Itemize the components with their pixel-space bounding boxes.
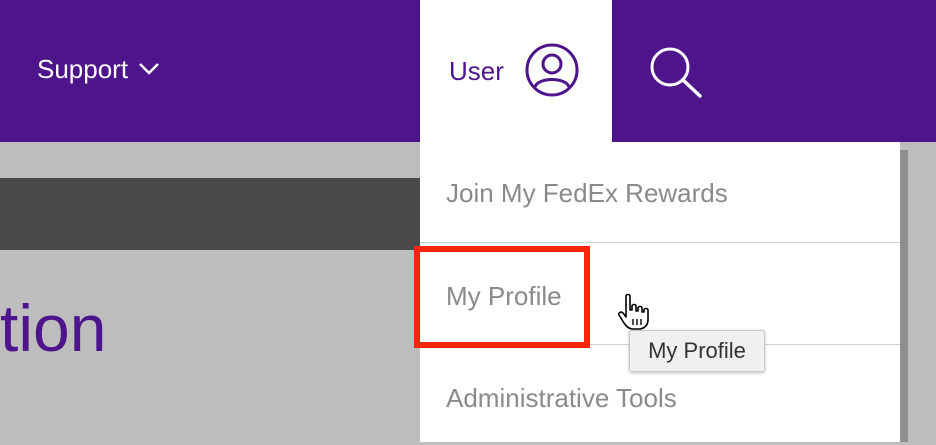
tooltip: My Profile [629, 330, 765, 372]
menu-item-join-rewards[interactable]: Join My FedEx Rewards [420, 142, 900, 242]
user-menu-tab[interactable]: User [420, 0, 612, 142]
chevron-down-icon [139, 63, 159, 75]
highlight-annotation-box [414, 246, 590, 348]
user-avatar-icon [525, 43, 579, 97]
hand-pointer-cursor-icon [618, 293, 649, 330]
page-banner [0, 178, 420, 250]
support-menu[interactable]: Support [37, 52, 160, 86]
page-heading: tion [0, 291, 107, 365]
support-label: Support [37, 53, 129, 84]
dropdown-scrollbar[interactable] [900, 150, 908, 442]
search-icon[interactable] [648, 45, 704, 99]
top-navigation-bar: Support User [0, 0, 936, 142]
menu-item-label: Join My FedEx Rewards [446, 178, 728, 208]
menu-item-label: Administrative Tools [446, 383, 677, 413]
user-label: User [449, 56, 504, 86]
